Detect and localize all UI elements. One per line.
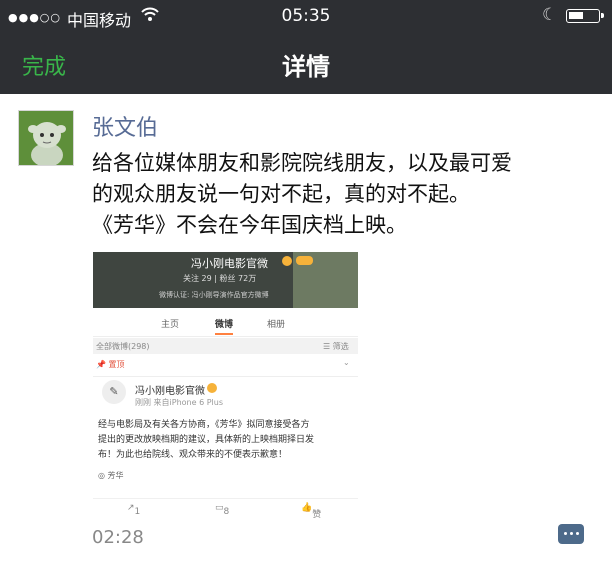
nav-bar: 完成 详情 — [0, 33, 612, 94]
avatar[interactable] — [18, 110, 74, 166]
divider — [93, 376, 358, 377]
level-badge — [296, 256, 313, 265]
post-line: 经与电影局及有关各方协商，《芳华》拟同意接受各方 — [98, 420, 310, 430]
post-timestamp: 02:28 — [92, 527, 144, 548]
comment-count: ▭ 8 — [215, 503, 230, 517]
post-actions: ↗ 1 ▭ 8 👍 赞 — [93, 498, 358, 520]
tab-home: 主页 — [161, 320, 180, 330]
post-line: 布！为此也给院线、观众带来的不便表示歉意！ — [98, 450, 288, 460]
weibo-screenshot-image[interactable]: 冯小刚电影官微 关注 29 | 粉丝 72万 微博认证: 冯小刚导演作品官方微博… — [93, 252, 358, 564]
moon-icon: ☾ — [542, 5, 558, 25]
verified-badge-icon — [207, 383, 217, 393]
all-weibo-count: 全部微博(298) — [96, 342, 150, 351]
repost-count: ↗ 1 — [127, 503, 141, 517]
pinned-label: 📌 置顶 — [96, 360, 125, 369]
like-label: 👍 赞 — [301, 503, 322, 520]
chevron-down-icon: ⌄ — [343, 358, 350, 367]
verified-badge-icon — [282, 256, 292, 266]
tab-weibo: 微博 — [215, 317, 234, 335]
filter-label: ☰ 筛选 — [323, 342, 349, 351]
page-title: 详情 — [282, 53, 330, 81]
battery-icon — [566, 9, 604, 23]
post-body: 经与电影局及有关各方协商，《芳华》拟同意接受各方 提出的更改放映档期的建议，具体… — [98, 418, 356, 463]
location-tag: ◎ 芳华 — [98, 471, 124, 480]
profile-tabs: 主页 微博 相册 — [93, 308, 358, 337]
message-line: 《芳华》不会在今年国庆档上映。 — [92, 213, 407, 237]
message-text: 给各位媒体朋友和影院院线朋友，以及最可爱 的观众朋友说一句对不起，真的对不起。 … — [92, 148, 602, 241]
profile-name: 冯小刚电影官微 — [191, 257, 268, 270]
sender-name[interactable]: 张文伯 — [92, 110, 158, 142]
message-line: 的观众朋友说一句对不起，真的对不起。 — [92, 182, 470, 206]
post-author: 冯小刚电影官微 — [135, 386, 205, 397]
post-line: 提出的更改放映档期的建议，具体新的上映档期择日发 — [98, 435, 315, 445]
profile-verification: 微博认证: 冯小刚导演作品官方微博 — [159, 291, 269, 299]
post-meta: 刚刚 来自iPhone 6 Plus — [135, 398, 224, 407]
profile-stats: 关注 29 | 粉丝 72万 — [183, 274, 257, 283]
message-line: 给各位媒体朋友和影院院线朋友，以及最可爱 — [92, 151, 512, 175]
status-time: 05:35 — [281, 6, 331, 26]
more-options-button[interactable] — [558, 524, 584, 544]
status-bar: ●●●○○ 中国移动 05:35 ☾ — [0, 0, 612, 33]
profile-banner: 冯小刚电影官微 关注 29 | 粉丝 72万 微博认证: 冯小刚导演作品官方微博 — [93, 252, 358, 308]
author-avatar: ✎ — [102, 380, 126, 404]
filter-bar: 全部微博(298) ☰ 筛选 — [93, 338, 358, 354]
tab-album: 相册 — [267, 320, 286, 330]
message-card: 张文伯 给各位媒体朋友和影院院线朋友，以及最可爱 的观众朋友说一句对不起，真的对… — [0, 94, 612, 576]
